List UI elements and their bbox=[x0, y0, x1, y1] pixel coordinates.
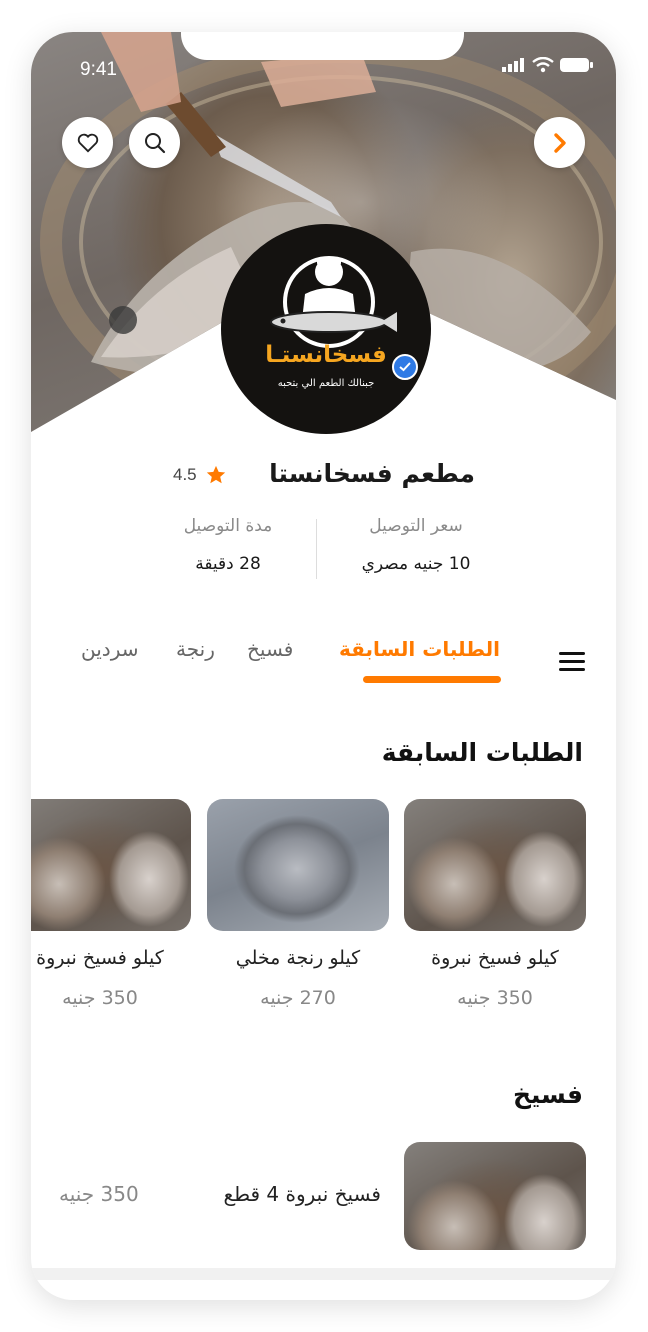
favorite-button[interactable] bbox=[62, 117, 113, 168]
tab-renga[interactable]: رنجة bbox=[176, 637, 215, 661]
chevron-right-icon bbox=[553, 132, 566, 153]
status-icons bbox=[502, 57, 594, 73]
restaurant-logo: فسخانستـا جبنالك الطعم الي بتحبه bbox=[221, 224, 431, 434]
menu-button[interactable] bbox=[559, 650, 585, 676]
wifi-icon bbox=[532, 57, 554, 73]
back-button[interactable] bbox=[534, 117, 585, 168]
status-time: 9:41 bbox=[80, 59, 117, 80]
tab-sardine[interactable]: سردين bbox=[81, 637, 139, 661]
product-image bbox=[31, 799, 191, 931]
active-tab-indicator bbox=[363, 676, 501, 683]
product-price: 350 جنيه bbox=[59, 1182, 139, 1206]
product-name: كيلو فسيخ نبروة bbox=[431, 947, 559, 969]
section-title-fesikh: فسيخ bbox=[512, 1080, 583, 1109]
battery-icon bbox=[560, 58, 593, 72]
delivery-time: مدة التوصيل 28 دقيقة bbox=[153, 516, 303, 574]
delivery-price-label: سعر التوصيل bbox=[369, 516, 463, 536]
delivery-time-value: 28 دقيقة bbox=[195, 554, 261, 574]
category-tabs: الطلبات السابقة فسيخ رنجة سردين bbox=[31, 632, 616, 692]
meta-divider bbox=[316, 519, 317, 579]
heart-icon bbox=[77, 133, 98, 152]
tab-previous-orders[interactable]: الطلبات السابقة bbox=[339, 637, 500, 661]
product-card[interactable]: كيلو فسيخ نبروة 350 جنيه bbox=[31, 799, 191, 1009]
bottom-divider bbox=[31, 1268, 616, 1280]
list-item[interactable]: فسيخ نبروة 4 قطع 350 جنيه bbox=[31, 1142, 616, 1252]
delivery-price-value: 10 جنيه مصري bbox=[361, 554, 471, 574]
restaurant-name: مطعم فسخانستا bbox=[269, 459, 475, 488]
tab-fesikh[interactable]: فسيخ bbox=[247, 637, 293, 661]
product-price: 350 جنيه bbox=[457, 987, 533, 1009]
product-price: 350 جنيه bbox=[62, 987, 138, 1009]
delivery-price: سعر التوصيل 10 جنيه مصري bbox=[336, 516, 496, 574]
phone-notch bbox=[181, 32, 464, 60]
delivery-time-label: مدة التوصيل bbox=[183, 516, 273, 536]
verified-badge-icon bbox=[392, 354, 418, 380]
search-button[interactable] bbox=[129, 117, 180, 168]
rating-value: 4.5 bbox=[173, 465, 197, 484]
product-image bbox=[404, 799, 586, 931]
rating: 4.5 bbox=[173, 464, 227, 486]
search-icon bbox=[144, 132, 165, 153]
product-image bbox=[207, 799, 389, 931]
product-price: 270 جنيه bbox=[260, 987, 336, 1009]
signal-icon bbox=[502, 58, 524, 72]
product-name: فسيخ نبروة 4 قطع bbox=[223, 1182, 381, 1206]
product-name: كيلو رنجة مخلي bbox=[235, 947, 361, 969]
product-card[interactable]: كيلو رنجة مخلي 270 جنيه bbox=[207, 799, 389, 1009]
logo-tagline: جبنالك الطعم الي بتحبه bbox=[277, 378, 375, 389]
hamburger-icon bbox=[559, 652, 585, 671]
product-name: كيلو فسيخ نبروة bbox=[36, 947, 164, 969]
section-title-previous-orders: الطلبات السابقة bbox=[381, 738, 583, 767]
fisherman-logo-image bbox=[270, 256, 397, 348]
phone-frame: 9:41 فسخانستـا جبنالك الطعم الي بتحبه مط… bbox=[31, 32, 616, 1300]
product-card[interactable]: كيلو فسيخ نبروة 350 جنيه bbox=[404, 799, 586, 1009]
star-icon bbox=[206, 465, 225, 484]
product-image bbox=[404, 1142, 586, 1250]
